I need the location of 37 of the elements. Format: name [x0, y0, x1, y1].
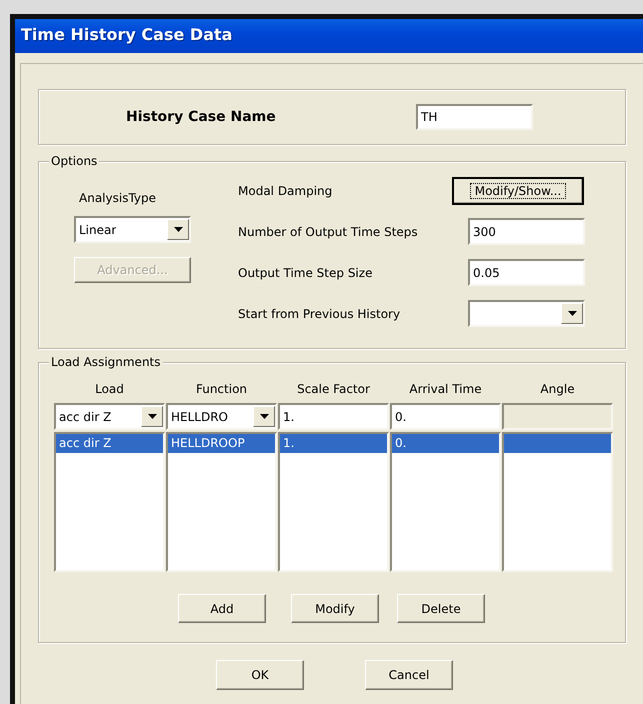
- field-label: History Case Name: [126, 108, 277, 126]
- field-label: AnalysisType: [79, 190, 158, 207]
- dropdown-arrow-icon: [568, 311, 576, 316]
- action-button[interactable]: Delete: [397, 594, 485, 623]
- analysis-type-dropdown[interactable]: Linear: [74, 216, 191, 243]
- dropdown-arrow-icon: [174, 227, 182, 232]
- column-header: Load: [95, 381, 124, 398]
- column-header: Scale Factor: [297, 381, 370, 398]
- dialog-button[interactable]: OK: [216, 660, 304, 690]
- cell-dropdown[interactable]: HELLDRO: [166, 403, 277, 430]
- window-title: Time History Case Data: [15, 19, 643, 53]
- dropdown-arrow-icon: [148, 414, 156, 419]
- field-label: Modal Damping: [238, 182, 334, 200]
- column-header: Function: [196, 381, 248, 398]
- dialog-button[interactable]: Cancel: [365, 660, 453, 690]
- name-field[interactable]: TH: [416, 104, 533, 130]
- column-header: Angle: [540, 381, 575, 398]
- modify-show-button[interactable]: Modify/Show...: [452, 176, 584, 204]
- input-field[interactable]: 0.05: [468, 259, 585, 286]
- history-dropdown[interactable]: [468, 300, 585, 327]
- list-row[interactable]: HELLDROOP: [168, 434, 275, 453]
- cell-dropdown[interactable]: acc dir Z: [54, 403, 165, 430]
- group-label: Load Assignments: [49, 354, 163, 370]
- field-label: Number of Output Time Steps: [238, 224, 419, 240]
- input-field[interactable]: 300: [468, 218, 585, 245]
- field-label: Start from Previous History: [238, 306, 402, 322]
- column-header: Arrival Time: [409, 381, 482, 398]
- field-label: Output Time Step Size: [238, 264, 374, 282]
- cell-field[interactable]: 0.: [390, 403, 501, 430]
- group-label: Options: [49, 153, 100, 169]
- dropdown-arrow-icon: [260, 414, 268, 419]
- list-row[interactable]: 0.: [392, 434, 499, 453]
- list-row[interactable]: 1.: [280, 434, 387, 453]
- action-button[interactable]: Add: [178, 594, 266, 623]
- action-button[interactable]: Modify: [291, 594, 379, 623]
- cell-field[interactable]: 1.: [278, 403, 389, 430]
- list-row[interactable]: acc dir Z: [56, 434, 163, 453]
